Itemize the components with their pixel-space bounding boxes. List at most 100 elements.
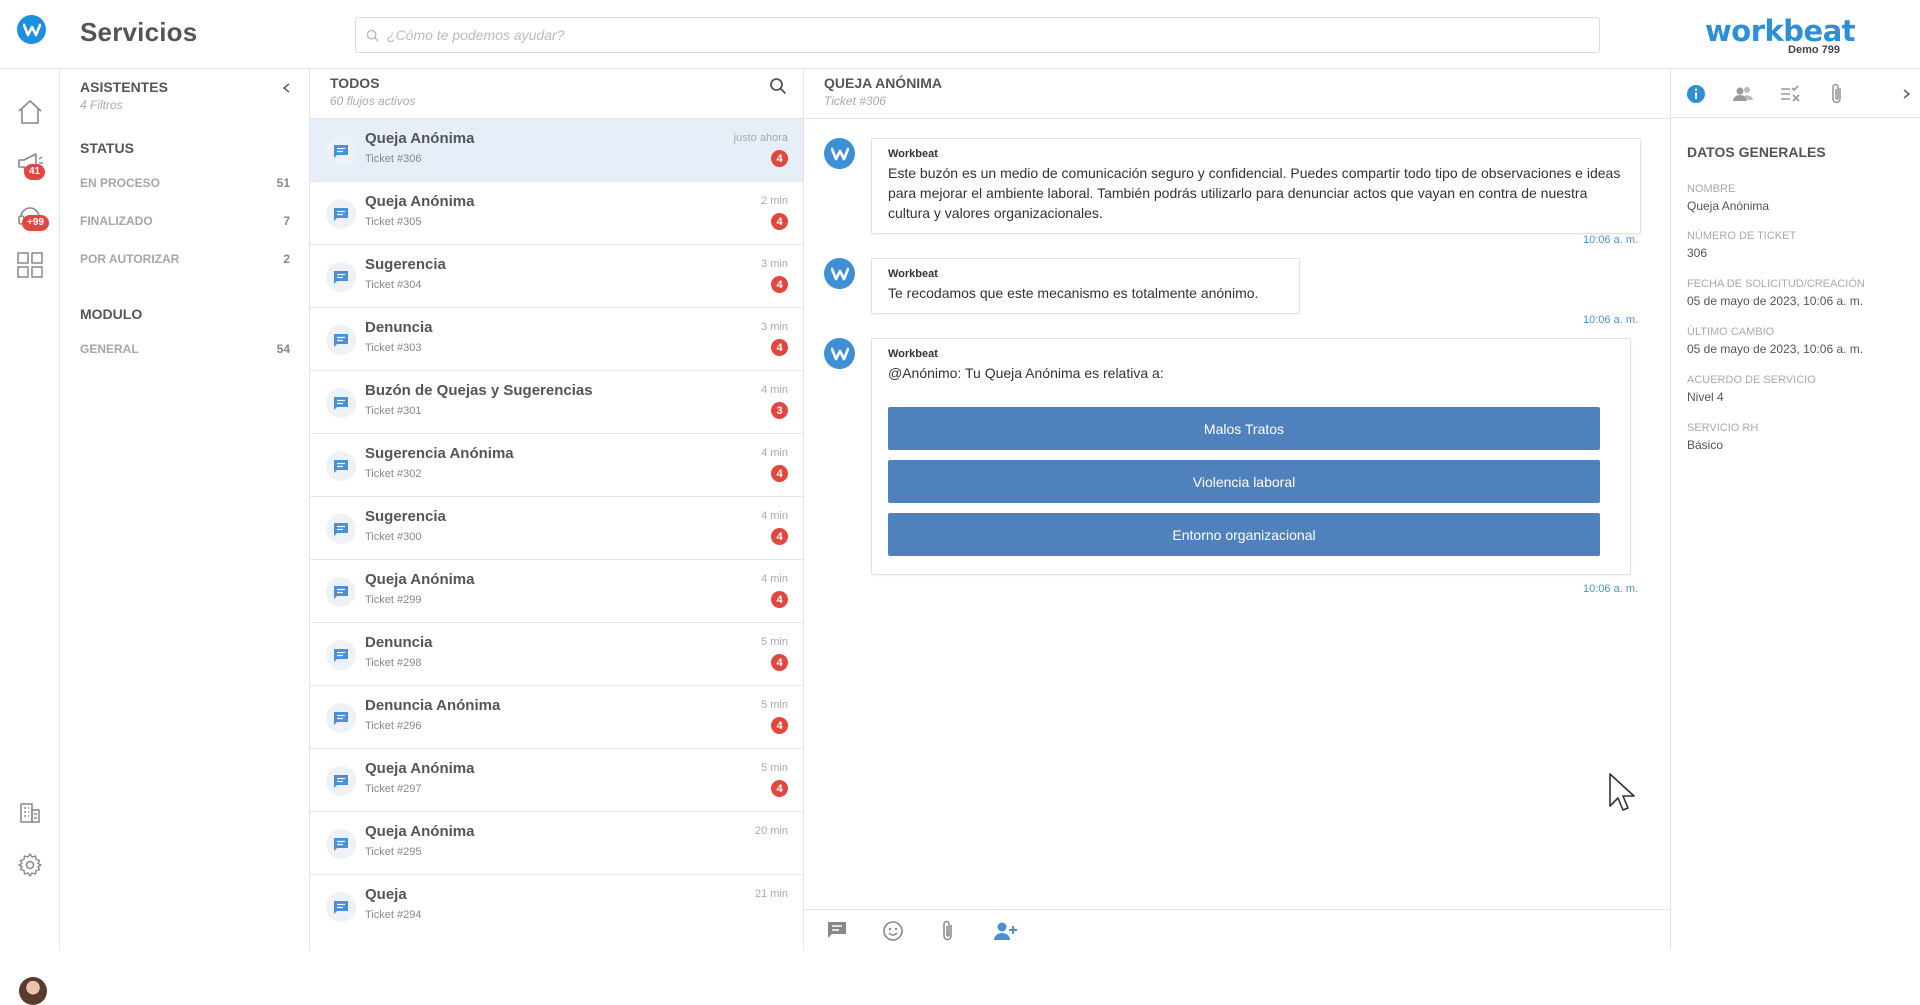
rail-badge: +99 — [22, 215, 49, 231]
ticket-type-icon — [326, 199, 356, 229]
list-title: TODOS — [330, 75, 380, 91]
chat-subtitle: Ticket #306 — [824, 94, 886, 108]
filter-count: 7 — [283, 214, 290, 228]
ticket-time: justo ahora — [733, 132, 788, 144]
ticket-number: Ticket #296 — [365, 720, 422, 732]
attach-button[interactable] — [939, 920, 957, 947]
ticket-number: Ticket #298 — [365, 657, 422, 669]
ticket-title: Queja Anónima — [365, 760, 475, 777]
ticket-row[interactable]: Sugerencia Ticket #304 3 min 4 — [310, 244, 803, 307]
tab-attachments[interactable] — [1824, 81, 1850, 107]
search-box[interactable] — [355, 17, 1600, 53]
details-panel: DATOS GENERALES NOMBRE Queja Anónima NÚM… — [1670, 69, 1920, 950]
ticket-row[interactable]: Queja Anónima Ticket #306 justo ahora 4 — [310, 118, 803, 181]
rail-company[interactable] — [14, 797, 46, 829]
ticket-title: Denuncia Anónima — [365, 697, 501, 714]
chat-bubble-icon — [334, 333, 348, 347]
add-participant-button[interactable] — [992, 920, 1018, 947]
option-button-malos-tratos[interactable]: Malos Tratos — [888, 407, 1600, 450]
chat-bubble-icon — [334, 459, 348, 473]
message-text: @Anónimo: Tu Queja Anónima es relativa a… — [888, 365, 1164, 381]
ticket-row[interactable]: Sugerencia Ticket #300 4 min 4 — [310, 496, 803, 559]
field-label: FECHA DE SOLICITUD/CREACIÓN — [1687, 278, 1865, 290]
message-time: 10:06 a. m. — [1583, 314, 1639, 326]
ticket-row[interactable]: Buzón de Quejas y Sugerencias Ticket #301… — [310, 370, 803, 433]
ticket-type-icon — [326, 766, 356, 796]
building-icon — [20, 803, 40, 823]
option-button-entorno-organizacional[interactable]: Entorno organizacional — [888, 513, 1600, 556]
field-value: Básico — [1687, 438, 1724, 452]
emoji-button[interactable] — [882, 920, 904, 947]
ticket-row[interactable]: Queja Ticket #294 21 min — [310, 874, 803, 937]
ticket-number: Ticket #302 — [365, 468, 422, 480]
ticket-number: Ticket #297 — [365, 783, 422, 795]
expand-panel-button[interactable] — [1893, 81, 1919, 107]
list-header: TODOS 60 flujos activos — [330, 75, 415, 108]
ticket-time: 4 min — [761, 384, 788, 396]
field-creation-date: FECHA DE SOLICITUD/CREACIÓN 05 de mayo d… — [1687, 278, 1912, 308]
tab-participants[interactable] — [1730, 81, 1756, 107]
unread-badge: 4 — [771, 717, 788, 734]
ticket-number: Ticket #301 — [365, 405, 422, 417]
chat-bubble-icon — [334, 900, 348, 914]
ticket-row[interactable]: Queja Anónima Ticket #297 5 min 4 — [310, 748, 803, 811]
field-label: ÚLTIMO CAMBIO — [1687, 326, 1775, 338]
filter-finalizado[interactable]: FINALIZADO 7 — [80, 214, 290, 228]
field-value: Nivel 4 — [1687, 390, 1724, 404]
message-text: Este buzón es un medio de comunicación s… — [888, 165, 1621, 221]
ticket-number: Ticket #306 — [365, 153, 422, 165]
ticket-title: Sugerencia — [365, 256, 446, 273]
filter-general[interactable]: GENERAL 54 — [80, 342, 290, 356]
paperclip-icon — [1832, 83, 1841, 104]
ticket-type-icon — [326, 829, 356, 859]
ticket-type-icon — [326, 892, 356, 922]
filter-en-proceso[interactable]: EN PROCESO 51 — [80, 176, 290, 190]
w-logo-icon — [830, 347, 849, 360]
tab-tasks[interactable] — [1777, 81, 1803, 107]
field-nombre: NOMBRE Queja Anónima — [1687, 183, 1912, 213]
app-logo[interactable] — [17, 15, 46, 44]
filter-label: GENERAL — [80, 342, 139, 356]
field-label: ACUERDO DE SERVICIO — [1687, 374, 1816, 386]
ticket-list: Queja Anónima Ticket #306 justo ahora 4 Quej… — [310, 118, 803, 937]
filter-label: EN PROCESO — [80, 176, 161, 190]
ticket-time: 5 min — [761, 636, 788, 648]
ticket-row[interactable]: Queja Anónima Ticket #299 4 min 4 — [310, 559, 803, 622]
ticket-row[interactable]: Denuncia Ticket #303 3 min 4 — [310, 307, 803, 370]
emoji-icon — [883, 921, 903, 941]
bot-avatar — [824, 338, 855, 369]
ticket-title: Sugerencia Anónima — [365, 445, 514, 462]
ticket-number: Ticket #294 — [365, 909, 422, 921]
top-bar: Servicios workbeat Demo 799 — [0, 0, 1920, 69]
ticket-number: Ticket #300 — [365, 531, 422, 543]
details-tabs — [1671, 69, 1920, 118]
rail-support[interactable]: +99 — [14, 199, 49, 231]
ticket-number: Ticket #305 — [365, 216, 422, 228]
ticket-row[interactable]: Denuncia Anónima Ticket #296 5 min 4 — [310, 685, 803, 748]
ticket-type-icon — [326, 703, 356, 733]
ticket-row[interactable]: Sugerencia Anónima Ticket #302 4 min 4 — [310, 433, 803, 496]
user-avatar[interactable] — [19, 977, 47, 1005]
ticket-row[interactable]: Queja Anónima Ticket #295 20 min — [310, 811, 803, 874]
tab-info[interactable] — [1683, 81, 1709, 107]
rail-settings[interactable] — [14, 849, 46, 881]
rail-home[interactable] — [14, 96, 46, 128]
app-title: Servicios — [80, 17, 198, 47]
left-rail: 41 +99 — [0, 69, 60, 1005]
ticket-title: Queja Anónima — [365, 571, 475, 588]
ticket-time: 5 min — [761, 762, 788, 774]
chat-bubble-icon — [334, 774, 348, 788]
message-button[interactable] — [826, 920, 848, 945]
search-input[interactable] — [387, 27, 1567, 43]
rail-announcements[interactable]: 41 — [14, 148, 46, 180]
collapse-button[interactable] — [281, 81, 293, 99]
unread-badge: 4 — [771, 213, 788, 230]
ticket-row[interactable]: Denuncia Ticket #298 5 min 4 — [310, 622, 803, 685]
rail-apps[interactable] — [14, 249, 46, 281]
unread-badge: 4 — [771, 339, 788, 356]
search-icon — [366, 29, 379, 42]
ticket-row[interactable]: Queja Anónima Ticket #305 2 min 4 — [310, 181, 803, 244]
option-button-violencia-laboral[interactable]: Violencia laboral — [888, 460, 1600, 503]
list-search-button[interactable] — [769, 77, 787, 100]
filter-por-autorizar[interactable]: POR AUTORIZAR 2 — [80, 252, 290, 266]
